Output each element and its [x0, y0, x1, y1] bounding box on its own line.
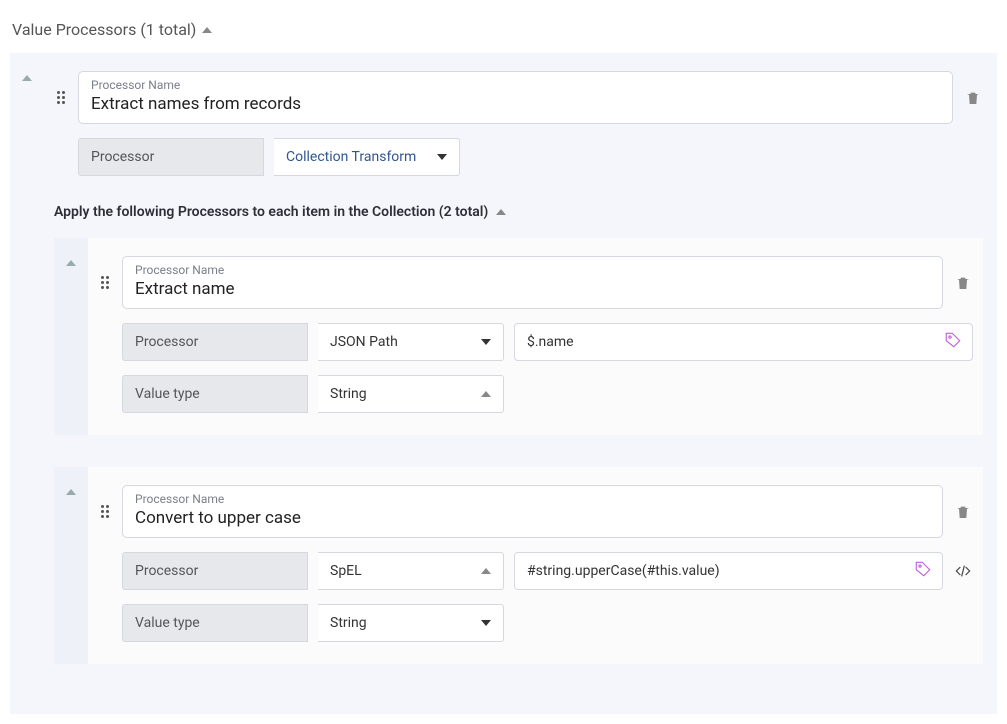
- processor-name-label: Processor Name: [91, 78, 940, 92]
- chevron-up-icon: [481, 391, 491, 397]
- inner-processor-1: Processor NameConvert to upper caseProce…: [54, 467, 983, 664]
- tag-icon: [914, 560, 932, 578]
- chevron-up-icon: [66, 489, 76, 495]
- delete-button[interactable]: [963, 71, 983, 124]
- processor-label: Processor: [122, 323, 308, 361]
- name-row: Processor Name Convert to upper case: [98, 485, 973, 538]
- expression-value: #string.upperCase(#this.value): [527, 563, 720, 579]
- processor-name-value: Convert to upper case: [135, 508, 930, 528]
- chevron-up-icon: [22, 75, 32, 81]
- trash-icon: [955, 274, 971, 292]
- tag-button[interactable]: [914, 560, 932, 582]
- expression-value: $.name: [527, 334, 574, 350]
- collapse-strip[interactable]: [10, 53, 44, 714]
- processor-type-value: Collection Transform: [286, 149, 416, 165]
- value-type-value: String: [330, 386, 367, 402]
- section-title-text: Value Processors (1 total): [12, 20, 196, 39]
- processor-label: Processor: [122, 552, 308, 590]
- processor-name-label: Processor Name: [135, 492, 930, 506]
- processor-type-row: Processor Collection Transform: [78, 138, 983, 176]
- chevron-down-icon: [437, 154, 447, 160]
- inner-processors-list: Processor Name Extract name Processor JSON …: [54, 238, 983, 664]
- delete-button[interactable]: [953, 256, 973, 309]
- processor-type-value: SpEL: [330, 563, 362, 579]
- expression-input[interactable]: #string.upperCase(#this.value): [514, 552, 943, 590]
- delete-button[interactable]: [953, 485, 973, 538]
- processor-name-value: Extract name: [135, 279, 930, 299]
- code-icon: [953, 563, 973, 579]
- processor-panel-0: Processor Name Extract names from record…: [10, 53, 997, 714]
- collapse-icon: [202, 27, 212, 33]
- name-row: Processor Name Extract name: [98, 256, 973, 309]
- processor-type-select[interactable]: JSON Path: [318, 323, 504, 361]
- processor-type-value: JSON Path: [330, 334, 398, 350]
- code-toggle-button[interactable]: [953, 552, 973, 590]
- processor-type-select[interactable]: SpEL: [318, 552, 504, 590]
- inner-body: Processor Name Extract name Processor JSON …: [88, 238, 983, 435]
- processor-name-value: Extract names from records: [91, 94, 940, 114]
- trash-icon: [955, 503, 971, 521]
- value-type-value: String: [330, 615, 367, 631]
- value-type-select[interactable]: String: [318, 375, 504, 413]
- inner-body: Processor NameConvert to upper caseProce…: [88, 467, 983, 664]
- value-type-row: Value type String: [122, 375, 973, 413]
- expression-input[interactable]: $.name: [514, 323, 973, 361]
- value-type-label: Value type: [122, 375, 308, 413]
- chevron-down-icon: [481, 339, 491, 345]
- drag-icon: [101, 505, 109, 518]
- tag-button[interactable]: [944, 331, 962, 353]
- processor-name-input[interactable]: Processor Name Extract name: [122, 256, 943, 309]
- chevron-up-icon: [481, 568, 491, 574]
- processor-row: Processor JSON Path $.name: [122, 323, 973, 361]
- drag-handle[interactable]: [54, 71, 68, 124]
- collapse-strip[interactable]: [54, 238, 88, 435]
- processor-type-select[interactable]: Collection Transform: [274, 138, 460, 176]
- value-type-row: Value type String: [122, 604, 973, 642]
- value-type-label: Value type: [122, 604, 308, 642]
- drag-handle[interactable]: [98, 485, 112, 538]
- processor-name-input[interactable]: Processor Name Extract names from record…: [78, 71, 953, 124]
- value-type-select[interactable]: String: [318, 604, 504, 642]
- processor-name-label: Processor Name: [135, 263, 930, 277]
- inner-processors-heading[interactable]: Apply the following Processors to each i…: [54, 204, 983, 220]
- processor-name-input[interactable]: Processor Name Convert to upper case: [122, 485, 943, 538]
- drag-handle[interactable]: [98, 256, 112, 309]
- processor-body: Processor Name Extract names from record…: [44, 53, 997, 714]
- drag-icon: [57, 91, 65, 104]
- chevron-down-icon: [481, 620, 491, 626]
- name-row: Processor Name Extract names from record…: [54, 71, 983, 124]
- section-title[interactable]: Value Processors (1 total): [12, 20, 997, 39]
- chevron-up-icon: [496, 209, 506, 215]
- drag-icon: [101, 276, 109, 289]
- collapse-strip[interactable]: [54, 467, 88, 664]
- chevron-up-icon: [66, 260, 76, 266]
- tag-icon: [944, 331, 962, 349]
- processor-label: Processor: [78, 138, 264, 176]
- inner-processor-0: Processor Name Extract name Processor JSON …: [54, 238, 983, 435]
- inner-heading-text: Apply the following Processors to each i…: [54, 204, 488, 220]
- trash-icon: [965, 89, 981, 107]
- processor-row: Processor SpEL #string.upperCase(#this.val…: [122, 552, 973, 590]
